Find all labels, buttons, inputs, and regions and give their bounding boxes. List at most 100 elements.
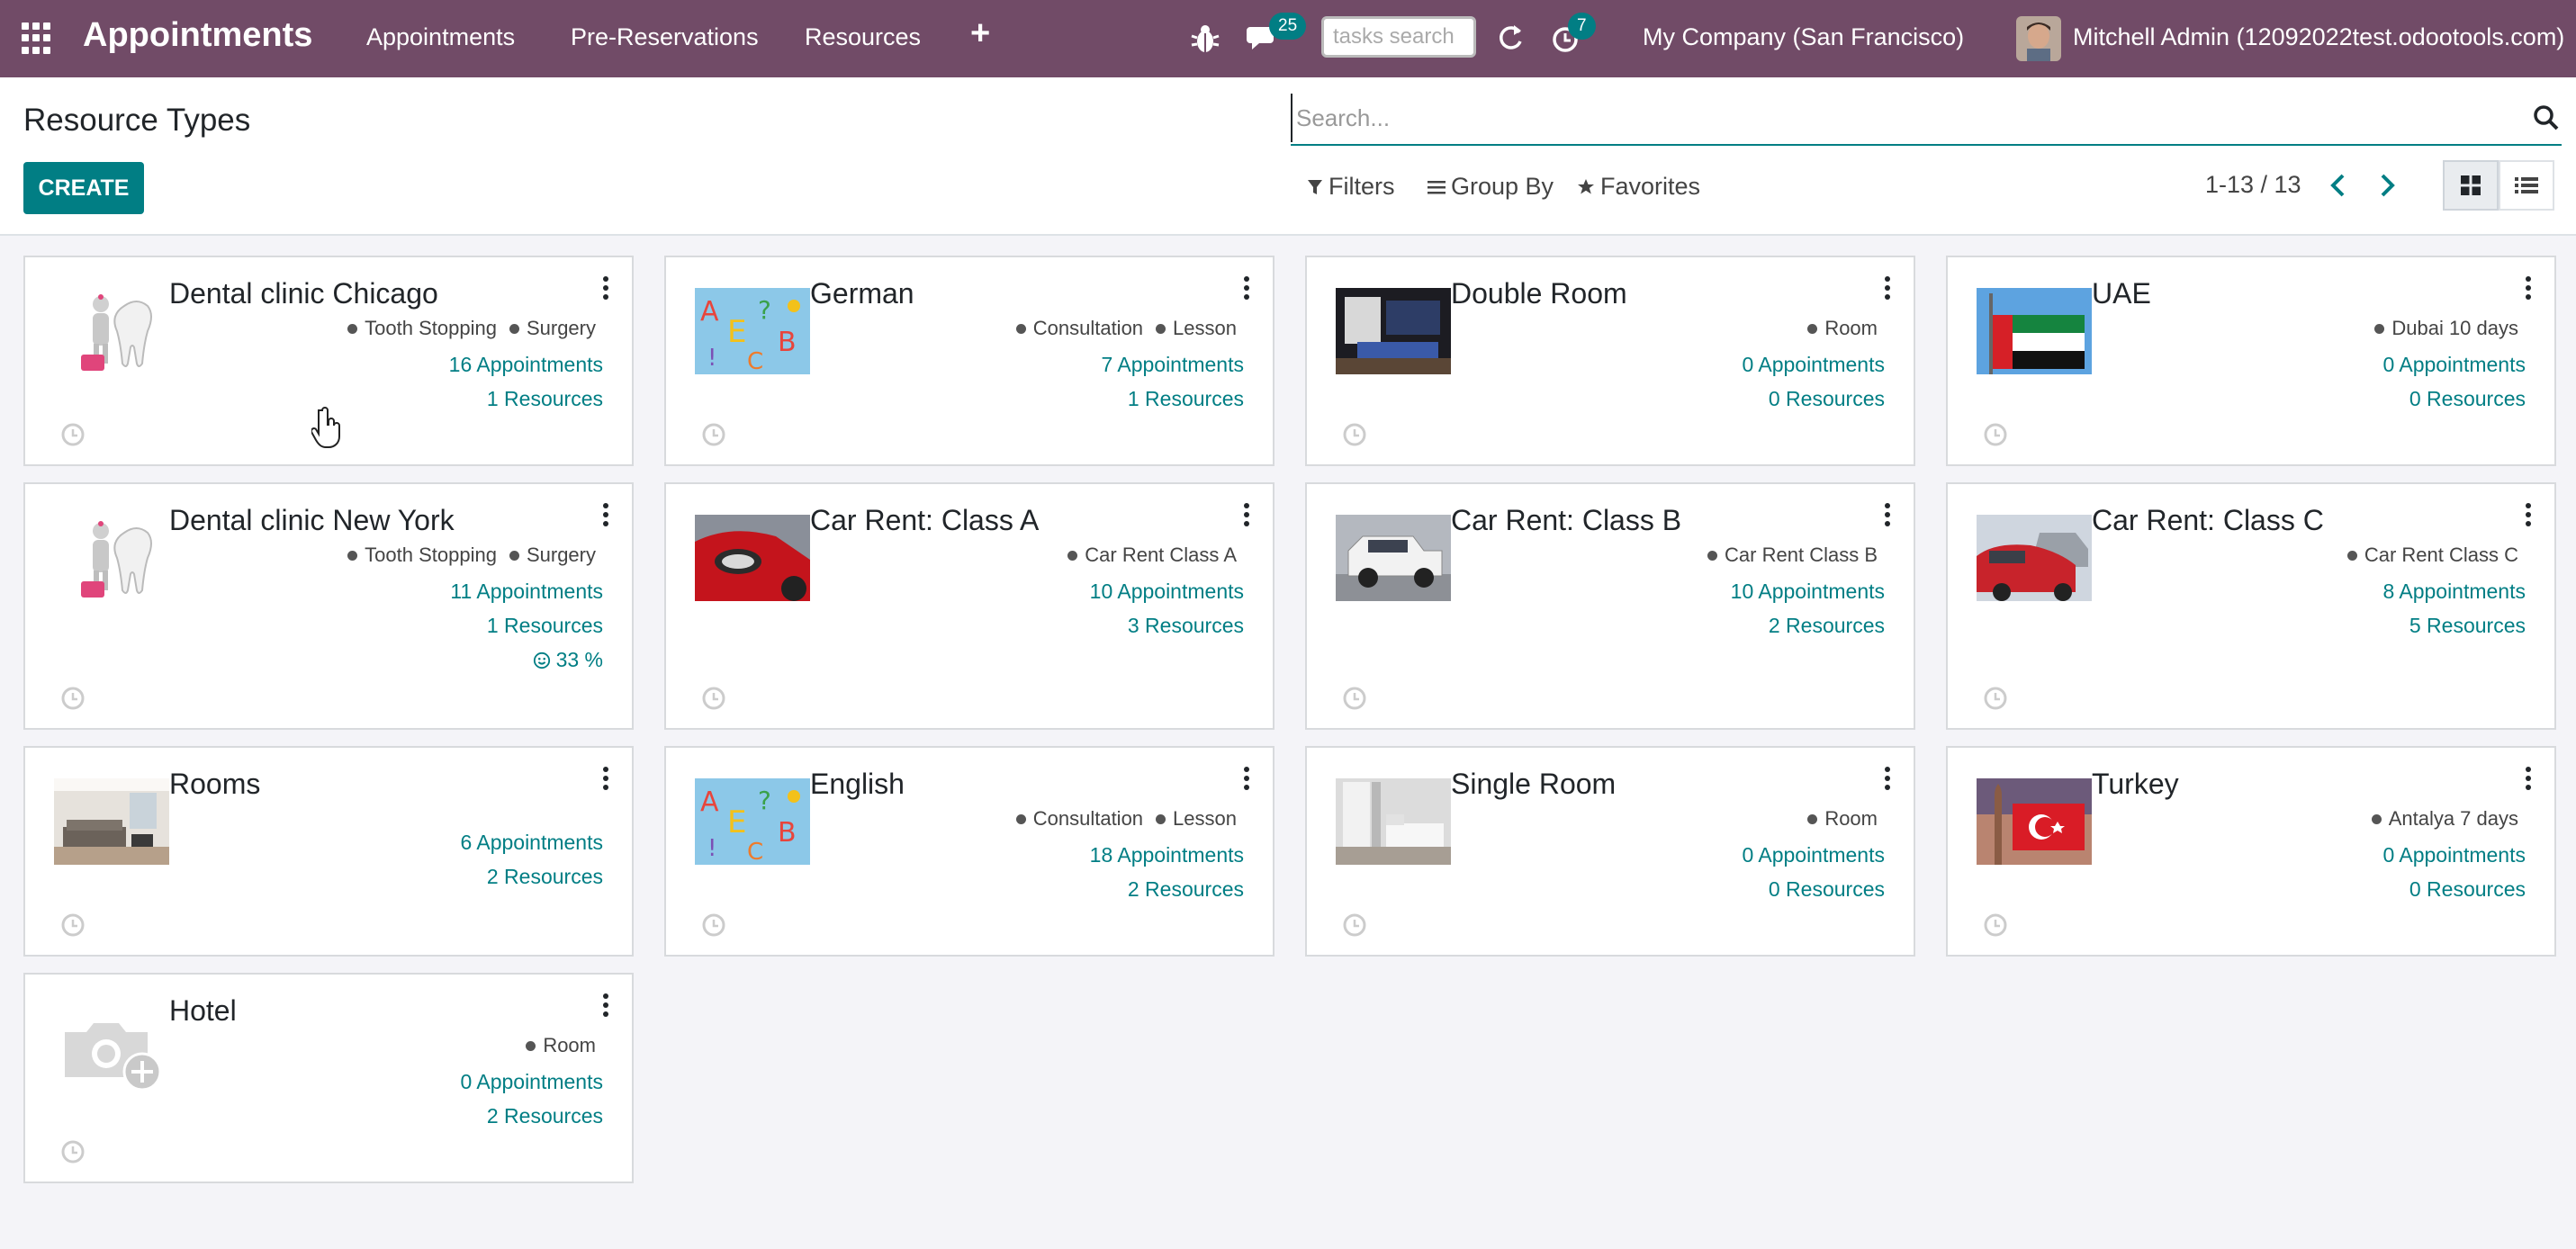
resources-count-link[interactable]: 0 Resources <box>2409 387 2526 411</box>
resource-type-image[interactable] <box>1336 515 1451 601</box>
resources-count-link[interactable]: 3 Resources <box>1128 614 1244 638</box>
resources-count-link[interactable]: 0 Resources <box>1769 877 1885 902</box>
resource-type-image[interactable] <box>695 515 810 601</box>
resource-type-image[interactable] <box>1336 288 1451 374</box>
resources-count-link[interactable]: 0 Resources <box>2409 877 2526 902</box>
resource-type-image[interactable] <box>54 1005 169 1092</box>
company-switcher[interactable]: My Company (San Francisco) <box>1643 23 1964 51</box>
resources-count-link[interactable]: 2 Resources <box>487 865 603 889</box>
kebab-menu-icon[interactable] <box>1883 766 1892 791</box>
menu-pre-reservations[interactable]: Pre-Reservations <box>571 23 759 51</box>
kebab-menu-icon[interactable] <box>2524 766 2533 791</box>
kebab-menu-icon[interactable] <box>1242 502 1251 527</box>
resource-type-card[interactable]: A E? B! C German Consultation Lesson 7 Appointm… <box>664 256 1274 466</box>
menu-appointments[interactable]: Appointments <box>366 23 515 51</box>
favorites-button[interactable]: Favorites <box>1577 173 1700 201</box>
appointments-count-link[interactable]: 10 Appointments <box>1731 580 1885 604</box>
appointments-count-link[interactable]: 11 Appointments <box>450 580 603 604</box>
resources-count-link[interactable]: 2 Resources <box>1769 614 1885 638</box>
kebab-menu-icon[interactable] <box>601 766 610 791</box>
appointments-count-link[interactable]: 0 Appointments <box>2382 843 2526 867</box>
group-by-button[interactable]: Group By <box>1428 173 1554 201</box>
resource-type-card[interactable]: Car Rent: Class A Car Rent Class A 10 Appo… <box>664 482 1274 730</box>
activity-clock-icon[interactable] <box>700 912 727 939</box>
activity-clock-icon[interactable] <box>59 912 86 939</box>
resources-count-link[interactable]: 1 Resources <box>487 614 603 638</box>
resources-count-link[interactable]: 0 Resources <box>1769 387 1885 411</box>
activity-clock-icon[interactable] <box>1982 685 2009 712</box>
activity-clock-icon[interactable] <box>59 1138 86 1165</box>
resource-type-image[interactable] <box>1977 288 2092 374</box>
resource-type-image[interactable]: A E? B! C <box>695 778 810 865</box>
kebab-menu-icon[interactable] <box>601 993 610 1018</box>
resource-type-image[interactable] <box>54 288 169 374</box>
appointments-count-link[interactable]: 0 Appointments <box>2382 353 2526 377</box>
kebab-menu-icon[interactable] <box>2524 502 2533 527</box>
resource-type-card[interactable]: Single Room Room 0 Appointments 0 Resources <box>1305 746 1915 957</box>
search-input[interactable] <box>1291 94 2524 142</box>
create-button[interactable]: CREATE <box>23 162 144 214</box>
pager-value[interactable]: 1-13 / 13 <box>2205 171 2301 199</box>
app-brand[interactable]: Appointments <box>83 16 312 55</box>
resource-type-image[interactable] <box>54 778 169 865</box>
user-avatar[interactable] <box>2016 16 2061 61</box>
kebab-menu-icon[interactable] <box>1883 502 1892 527</box>
bug-icon[interactable] <box>1190 22 1220 56</box>
resources-count-link[interactable]: 1 Resources <box>1128 387 1244 411</box>
list-view-button[interactable] <box>2499 160 2554 211</box>
resources-count-link[interactable]: 2 Resources <box>1128 877 1244 902</box>
search-icon[interactable] <box>2533 104 2560 131</box>
appointments-count-link[interactable]: 16 Appointments <box>449 353 603 377</box>
resource-type-image[interactable]: A E? B! C <box>695 288 810 374</box>
kanban-view-button[interactable] <box>2443 160 2499 211</box>
appointments-count-link[interactable]: 10 Appointments <box>1090 580 1244 604</box>
resource-type-card[interactable]: A E? B! C English Consultation Lesson 18 Appoin… <box>664 746 1274 957</box>
appointments-count-link[interactable]: 0 Appointments <box>1742 843 1885 867</box>
resources-count-link[interactable]: 1 Resources <box>487 387 603 411</box>
resource-type-image[interactable] <box>1977 515 2092 601</box>
kebab-menu-icon[interactable] <box>601 275 610 301</box>
kebab-menu-icon[interactable] <box>1883 275 1892 301</box>
resource-type-card[interactable]: Car Rent: Class B Car Rent Class B 10 Appo… <box>1305 482 1915 730</box>
resources-count-link[interactable]: 5 Resources <box>2409 614 2526 638</box>
appointments-count-link[interactable]: 8 Appointments <box>2382 580 2526 604</box>
resource-type-image[interactable] <box>54 515 169 601</box>
resources-count-link[interactable]: 2 Resources <box>487 1104 603 1128</box>
chevron-right-icon[interactable] <box>2374 171 2400 200</box>
appointments-count-link[interactable]: 0 Appointments <box>1742 353 1885 377</box>
activity-clock-icon[interactable] <box>700 685 727 712</box>
activity-clock-icon[interactable] <box>59 421 86 448</box>
resource-type-card[interactable]: Dental clinic New York Tooth Stopping Surg… <box>23 482 634 730</box>
activity-clock-icon[interactable] <box>1341 685 1368 712</box>
resource-type-image[interactable] <box>1977 778 2092 865</box>
refresh-icon[interactable] <box>1496 22 1525 54</box>
appointments-count-link[interactable]: 0 Appointments <box>460 1070 603 1094</box>
user-menu[interactable]: Mitchell Admin (12092022test.odootools.c… <box>2073 23 2564 51</box>
appointments-count-link[interactable]: 18 Appointments <box>1090 843 1244 867</box>
menu-resources[interactable]: Resources <box>805 23 921 51</box>
apps-menu-icon[interactable] <box>22 22 54 55</box>
resource-type-card[interactable]: Hotel Room 0 Appointments 2 Resources <box>23 973 634 1183</box>
resource-type-card[interactable]: Double Room Room 0 Appointments 0 Resources <box>1305 256 1915 466</box>
plus-icon[interactable]: + <box>970 16 990 50</box>
activity-clock-icon[interactable] <box>700 421 727 448</box>
activity-clock-icon[interactable] <box>1341 912 1368 939</box>
filters-button[interactable]: Filters <box>1307 173 1395 201</box>
tasks-search-input[interactable] <box>1321 16 1476 58</box>
activity-clock-icon[interactable] <box>1982 421 2009 448</box>
resource-type-card[interactable]: Car Rent: Class C Car Rent Class C 8 Appoi… <box>1946 482 2556 730</box>
activity-clock-icon[interactable] <box>1341 421 1368 448</box>
resource-type-image[interactable] <box>1336 778 1451 865</box>
resource-type-card[interactable]: Rooms 6 Appointments 2 Resources <box>23 746 634 957</box>
activity-clock-icon[interactable] <box>59 685 86 712</box>
resource-type-card[interactable]: UAE Dubai 10 days 0 Appointments 0 Resource… <box>1946 256 2556 466</box>
kebab-menu-icon[interactable] <box>1242 766 1251 791</box>
kebab-menu-icon[interactable] <box>1242 275 1251 301</box>
kebab-menu-icon[interactable] <box>601 502 610 527</box>
appointments-count-link[interactable]: 7 Appointments <box>1101 353 1244 377</box>
chevron-left-icon[interactable] <box>2326 171 2351 200</box>
kebab-menu-icon[interactable] <box>2524 275 2533 301</box>
appointments-count-link[interactable]: 6 Appointments <box>460 831 603 855</box>
activity-clock-icon[interactable] <box>1982 912 2009 939</box>
resource-type-card[interactable]: Turkey Antalya 7 days 0 Appointments 0 Reso… <box>1946 746 2556 957</box>
